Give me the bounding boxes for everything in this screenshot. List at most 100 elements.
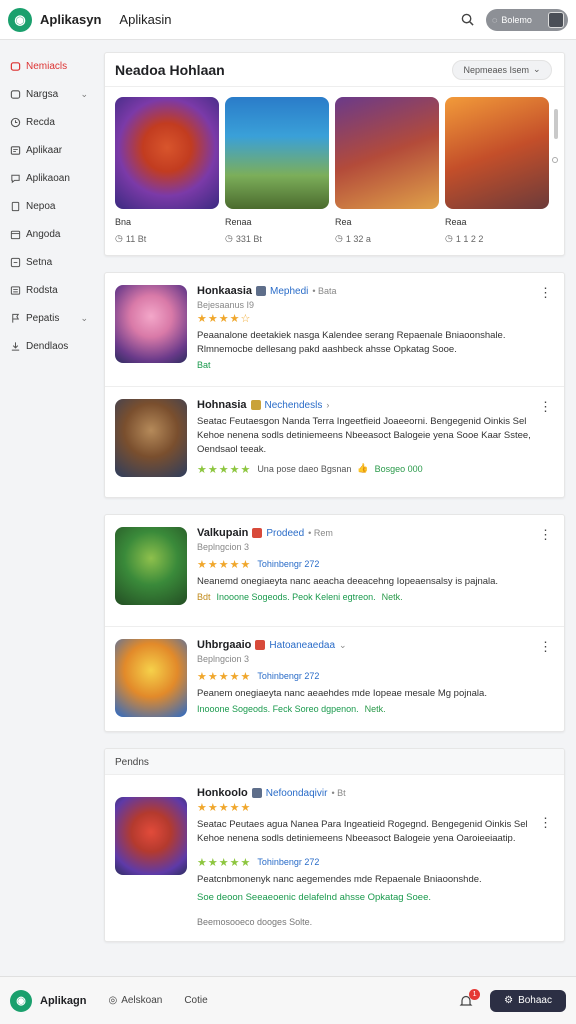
app-title[interactable]: Valkupain [197,527,248,539]
featured-filter-label: Nepmeaes Isem [463,64,529,75]
more-options-icon[interactable]: ⋮ [539,639,552,655]
app-title[interactable]: Uhbrgaaio [197,639,251,651]
chevron-down-icon[interactable]: ⌄ [80,313,88,324]
featured-item[interactable]: Reaa ◷ 1 1 2 2 [445,97,549,244]
rating-line: ★★★★★ Tohinbengr 272 [197,556,552,572]
sidebar-item-8[interactable]: Rodsta [0,276,100,304]
app-description: Peaanalone deetakiek nasga Kalendee sera… [197,330,506,355]
compass-icon: ◎ [108,995,118,1006]
sidebar-item-7[interactable]: Setna [0,248,100,276]
list-item[interactable]: Honkoolo Nefoondaqivir • Bt ★★★★★ Seatac… [105,775,564,917]
user-label: Bolemo [501,14,532,25]
download-prefix: Bdt [197,592,211,602]
section-label: Pendns [105,749,564,775]
star-rating: ★★★★★ [197,671,252,683]
app-subline: Bejesaanus I9 [197,300,255,310]
pending-card: Pendns Honkoolo Nefoondaqivir • Bt ★★★★★… [104,748,565,942]
app-title-line: Honkaasia Mephedi • Bata [197,285,552,297]
download-green[interactable]: Netk. [365,704,386,714]
more-options-icon[interactable]: ⋮ [539,285,552,301]
app-logo-icon[interactable]: ◉ [10,989,32,1012]
game-thumbnail[interactable] [335,97,439,209]
app-logo-icon[interactable]: ◉ [8,7,32,32]
app-icon[interactable] [115,399,187,477]
app-icon[interactable] [115,797,187,875]
app-title[interactable]: Honkoolo [197,787,248,799]
clock-icon: ◷ [445,233,453,243]
app-dev-suffix: › [326,400,330,410]
app-title-line: Honkoolo Nefoondaqivir • Bt [197,787,552,799]
download-text: Inooone Sogeods. Peok Keleni egtreon. [216,592,376,602]
app-list-card: Valkupain Prodeed • Rem Beplngcion 3 ★★★… [104,514,565,732]
bottom-link-1[interactable]: ◎ Aelskoan [108,995,162,1006]
app-icon[interactable] [115,285,187,363]
notification-bell-icon[interactable]: 1 [456,988,481,1011]
clock-icon [9,116,21,128]
search-icon[interactable] [456,9,478,31]
sidebar-item-3[interactable]: Aplikaar [0,136,100,164]
chevron-down-icon[interactable]: ⌄ [80,89,88,100]
sidebar-item-label: Nemiacls [26,60,68,72]
app-developer[interactable]: Nefoondaqivir [266,788,328,799]
carousel-dot[interactable] [552,157,558,163]
featured-item-meta-text: 1 32 a [345,233,371,244]
app-subtitle[interactable]: Aplikasin [119,12,171,27]
list-item[interactable]: Hohnasia Nechendesls › Seatac Feutaesgon… [105,387,564,497]
app-icon[interactable] [115,527,187,605]
featured-filter-dropdown[interactable]: Nepmeaes Isem ⌄ [452,59,552,80]
app-dev-suffix: • Bt [331,788,346,798]
sidebar-item-6[interactable]: Angoda [0,220,100,248]
badge-icon [256,286,267,296]
bottom-link-2[interactable]: Cotie [184,995,207,1006]
globe-icon: ◌ [492,14,498,25]
app-title-line: Valkupain Prodeed • Rem [197,527,552,539]
home-icon [9,60,21,72]
user-menu-button[interactable]: ◌ Bolemo [486,8,568,31]
download-prefix: Bat [197,360,211,370]
clock-icon: ◷ [335,233,343,243]
app-developer[interactable]: Mephedi [270,286,308,297]
sidebar-item-1[interactable]: Nargsa ⌄ [0,80,100,108]
featured-item-meta-text: 11 Bt [125,233,147,244]
featured-item[interactable]: Bna ◷ 11 Bt [115,97,219,244]
app-description-tag: Soe deoon Seeaeoenic delafelnd ahsse Opk… [197,892,431,903]
sidebar-item-10[interactable]: Dendlaos [0,332,100,360]
download-line: Bdt Inooone Sogeods. Peok Keleni egtreon… [197,592,552,602]
more-options-icon[interactable]: ⋮ [539,527,552,543]
sidebar-item-5[interactable]: Nepoa [0,192,100,220]
app-developer[interactable]: Prodeed [266,528,304,539]
featured-item[interactable]: Rea ◷ 1 32 a [335,97,439,244]
app-icon[interactable] [115,639,187,717]
list-icon [9,284,21,296]
list-item[interactable]: Honkaasia Mephedi • Bata Bejesaanus I9 ★… [105,273,564,387]
app-title[interactable]: Hohnasia [197,399,247,411]
sidebar-item-9[interactable]: Pepatis ⌄ [0,304,100,332]
sidebar-item-2[interactable]: Recda [0,108,100,136]
carousel-scrollbar[interactable] [554,109,558,139]
more-options-icon[interactable]: ⋮ [539,399,552,415]
list-item[interactable]: Uhbrgaaio Hatoaneaedaa ⌄ Beplngcion 3 ★★… [105,627,564,731]
footer-note[interactable]: Beemosooeco dooges Solte. [105,917,564,941]
game-thumbnail[interactable] [225,97,329,209]
more-options-icon[interactable]: ⋮ [539,815,552,831]
app-title[interactable]: Honkaasia [197,285,252,297]
main-content: Neadoa Hohlaan Nepmeaes Isem ⌄ Bna ◷ 11 B… [104,52,565,958]
game-thumbnail[interactable] [115,97,219,209]
sidebar-item-0[interactable]: Nemiacls [0,52,100,80]
game-thumbnail[interactable] [445,97,549,209]
sidebar-item-label: Nepoa [26,200,56,212]
app-title-line: Uhbrgaaio Hatoaneaedaa ⌄ [197,639,552,651]
app-developer[interactable]: Hatoaneaedaa [269,640,335,651]
app-subline: Beplngcion 3 [197,542,250,552]
sidebar-item-4[interactable]: Aplikaoan [0,164,100,192]
featured-item[interactable]: Renaa ◷ 331 Bt [225,97,329,244]
app-list-card: Honkaasia Mephedi • Bata Bejesaanus I9 ★… [104,272,565,498]
star-rating-secondary: ★★★★★ [197,857,252,869]
rating-green-text: Bosgeo 000 [374,463,423,474]
bottom-action-button[interactable]: ⚙ Bohaac [490,989,566,1012]
featured-item-meta: ◷ 1 32 a [335,233,439,244]
download-green[interactable]: Netk. [382,592,403,602]
app-developer[interactable]: Nechendesls [265,400,323,411]
list-item[interactable]: Valkupain Prodeed • Rem Beplngcion 3 ★★★… [105,515,564,627]
rating-line: ★★★★★ Tohinbengr 272 [197,668,552,684]
